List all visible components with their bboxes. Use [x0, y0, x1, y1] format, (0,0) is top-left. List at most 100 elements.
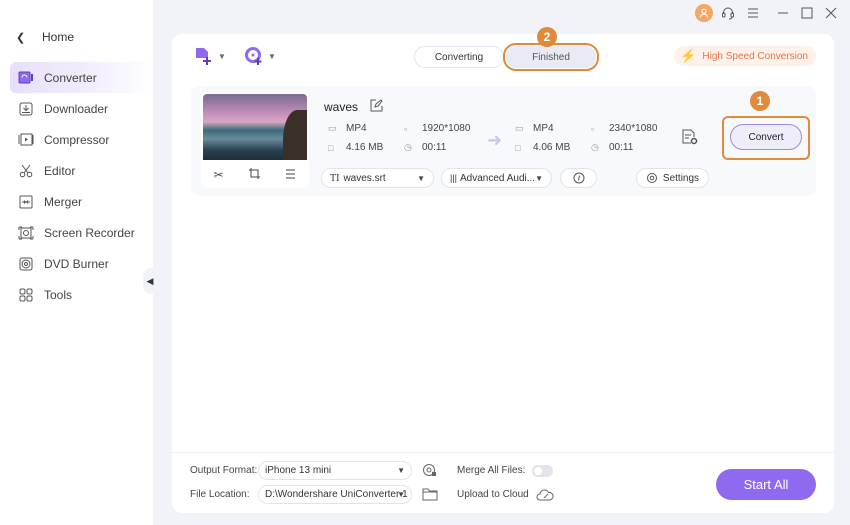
source-resolution: ▫ 1920*1080: [404, 123, 470, 134]
converter-icon: [17, 70, 35, 86]
clock-icon: ◷: [591, 142, 599, 152]
target-format-value: MP4: [533, 123, 554, 134]
sidebar-item-label: Editor: [44, 163, 76, 178]
target-duration-value: 00:11: [609, 142, 634, 153]
output-format-value: iPhone 13 mini: [265, 465, 332, 476]
step-badge-1: 1: [750, 91, 770, 111]
sidebar-item-label: Compressor: [44, 132, 110, 147]
tools-grid-icon: [17, 287, 35, 303]
source-format: ▭ MP4: [328, 123, 367, 134]
user-avatar-icon: [700, 8, 708, 18]
support-button[interactable]: [719, 4, 737, 22]
high-speed-label: High Speed Conversion: [702, 50, 808, 62]
effects-list-icon[interactable]: [285, 168, 296, 182]
target-resolution-value: 2340*1080: [609, 123, 658, 134]
sidebar-item-converter[interactable]: Converter: [10, 62, 153, 93]
sidebar-item-editor[interactable]: Editor: [10, 155, 153, 186]
tab-finished[interactable]: Finished: [503, 43, 599, 71]
document-settings-icon: [682, 129, 698, 145]
add-file-icon: [196, 48, 211, 65]
merge-all-toggle[interactable]: [532, 465, 553, 477]
thumbnail-container: ✂: [201, 92, 309, 188]
sidebar: ❮ Home Converter Downloader Compressor E…: [0, 0, 153, 525]
close-icon: [825, 7, 837, 19]
close-button[interactable]: [822, 4, 840, 22]
downloader-icon: [17, 101, 35, 117]
target-resolution: ▫ 2340*1080: [591, 123, 657, 134]
source-resolution-value: 1920*1080: [422, 123, 471, 134]
format-settings-icon[interactable]: [422, 462, 438, 481]
start-all-button[interactable]: Start All: [716, 469, 816, 500]
settings-gear-icon: [646, 173, 657, 183]
minimize-button[interactable]: [774, 4, 792, 22]
video-format-icon: ▭: [328, 123, 337, 133]
settings-label: Settings: [662, 172, 700, 184]
video-thumbnail[interactable]: [203, 94, 307, 160]
sidebar-item-merger[interactable]: Merger: [10, 186, 153, 217]
clock-icon: ◷: [404, 142, 412, 152]
sidebar-item-label: DVD Burner: [44, 256, 109, 271]
chevron-left-icon: ◀: [146, 275, 154, 286]
maximize-button[interactable]: [798, 4, 816, 22]
sidebar-item-dvd-burner[interactable]: DVD Burner: [10, 248, 153, 279]
sidebar-item-downloader[interactable]: Downloader: [10, 93, 153, 124]
edit-name-icon[interactable]: [370, 99, 383, 115]
chevron-down-icon: ▼: [268, 51, 276, 61]
audio-wave-icon: |||: [450, 173, 458, 183]
sidebar-nav: Converter Downloader Compressor Editor M…: [10, 62, 153, 310]
trim-icon[interactable]: ✂: [214, 168, 224, 182]
source-format-value: MP4: [346, 123, 367, 134]
minimize-icon: [778, 12, 788, 14]
output-settings-button[interactable]: [681, 128, 699, 150]
chevron-down-icon: ▼: [218, 51, 226, 61]
file-name: waves: [324, 100, 359, 114]
open-folder-icon[interactable]: [422, 487, 438, 504]
merge-all-label: Merge All Files:: [457, 465, 526, 476]
collapse-sidebar-button[interactable]: ◀: [143, 268, 157, 294]
audio-select[interactable]: ||| Advanced Audi... ▼: [441, 168, 552, 188]
source-duration-value: 00:11: [422, 142, 447, 153]
upload-to-cloud-label: Upload to Cloud: [457, 489, 529, 500]
sidebar-item-label: Tools: [44, 287, 73, 302]
home-link[interactable]: ❮ Home: [16, 30, 74, 44]
merger-icon: [17, 194, 35, 210]
subtitle-select[interactable]: TI waves.srt ▼: [321, 168, 434, 188]
audio-value: Advanced Audi...: [460, 172, 536, 184]
file-location-select[interactable]: D:\Wondershare UniConverter 1 ▼: [258, 485, 412, 504]
convert-button[interactable]: Convert: [730, 124, 802, 150]
sidebar-item-compressor[interactable]: Compressor: [10, 124, 153, 155]
step-badge-2: 2: [537, 27, 557, 47]
sidebar-item-label: Merger: [44, 194, 83, 209]
subtitle-value: waves.srt: [343, 172, 386, 184]
add-device-icon: [245, 47, 262, 65]
crop-icon[interactable]: [249, 168, 261, 182]
sidebar-item-tools[interactable]: Tools: [10, 279, 153, 310]
output-format-select[interactable]: iPhone 13 mini ▼: [258, 461, 412, 480]
user-avatar[interactable]: [695, 4, 713, 22]
cloud-upload-icon[interactable]: [536, 488, 554, 505]
source-size: □ 4.16 MB: [328, 142, 383, 153]
resolution-icon: ▫: [591, 123, 595, 134]
sidebar-item-screen-recorder[interactable]: Screen Recorder: [10, 217, 153, 248]
add-files-button[interactable]: ▼: [194, 46, 226, 66]
home-label: Home: [42, 30, 75, 44]
target-size-value: 4.06 MB: [533, 142, 571, 153]
video-format-icon: ▭: [515, 123, 524, 133]
settings-button[interactable]: Settings: [636, 168, 709, 188]
menu-button[interactable]: [744, 4, 762, 22]
status-tabs: Converting Finished: [414, 43, 599, 71]
scissors-icon: [17, 163, 35, 179]
source-duration: ◷ 00:11: [404, 142, 446, 153]
dvd-icon: [17, 256, 35, 272]
converter-panel: ▼ ▼ Converting Finished 2 ⚡ High Speed C…: [172, 27, 834, 513]
sidebar-item-label: Downloader: [44, 101, 109, 116]
chevron-left-icon: ❮: [16, 31, 26, 44]
bottom-bar: Output Format: iPhone 13 mini ▼ Merge Al…: [172, 452, 834, 513]
target-size: □ 4.06 MB: [515, 142, 570, 153]
add-from-device-button[interactable]: ▼: [244, 46, 276, 66]
high-speed-conversion-button[interactable]: ⚡ High Speed Conversion: [674, 46, 816, 66]
info-button[interactable]: [560, 168, 597, 188]
target-duration: ◷ 00:11: [591, 142, 633, 153]
tab-converting[interactable]: Converting: [414, 46, 504, 68]
resolution-icon: ▫: [404, 123, 408, 134]
